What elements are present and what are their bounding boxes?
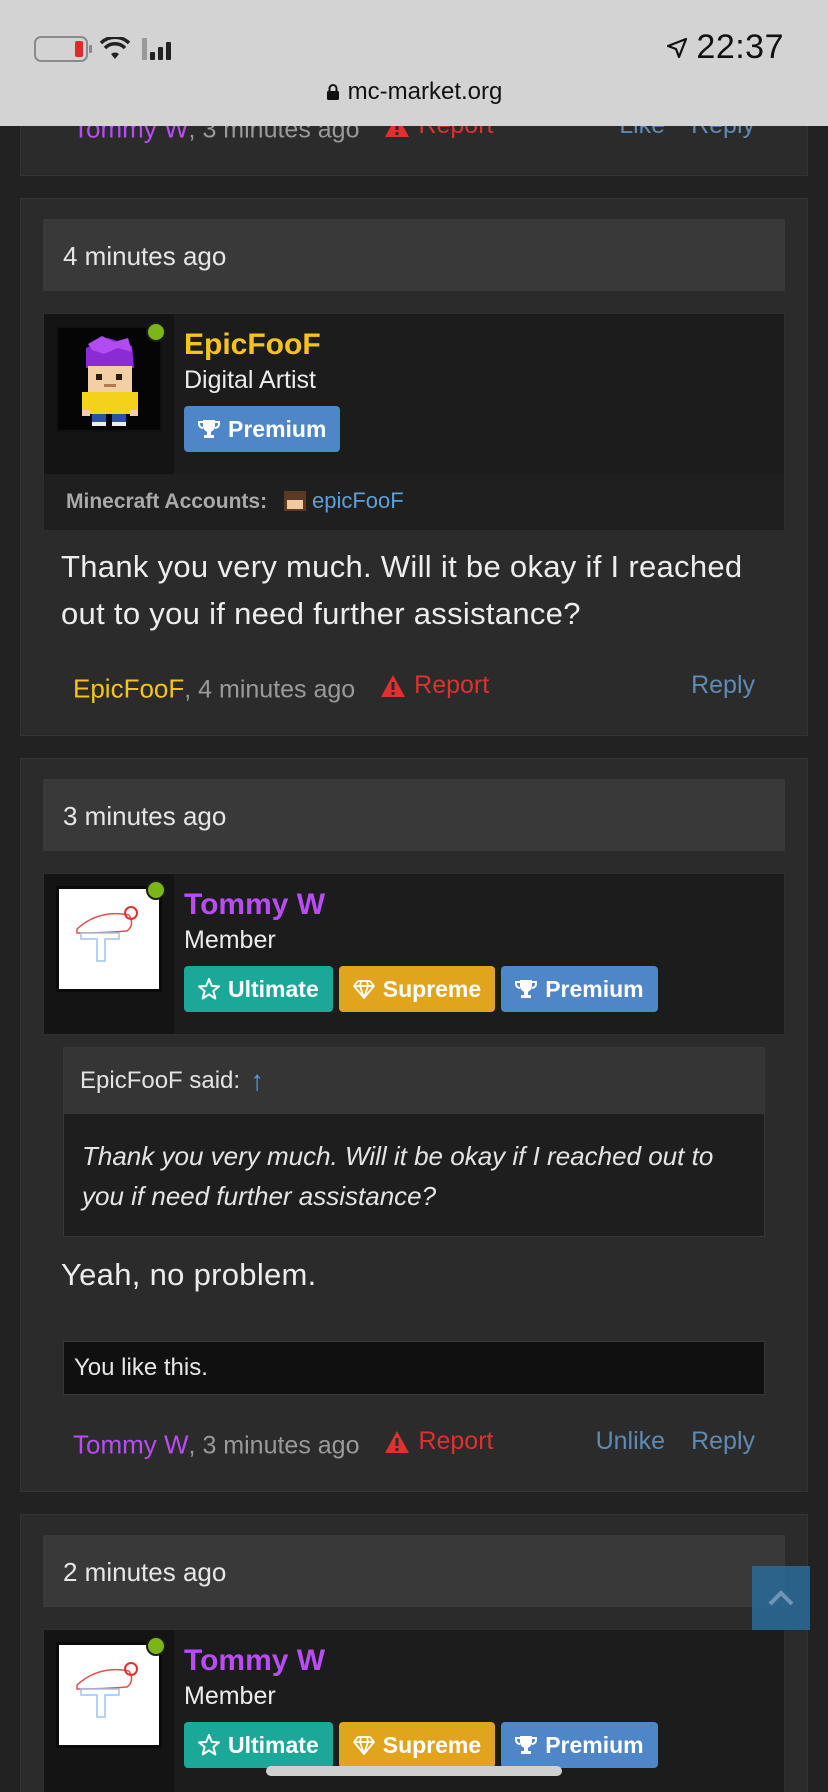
lock-icon — [326, 84, 339, 100]
diamond-icon — [352, 1736, 375, 1755]
online-status-dot — [146, 322, 166, 342]
post-header: 2 minutes ago — [43, 1535, 785, 1607]
star-icon — [198, 978, 220, 1000]
post-tommy-w-latest: 2 minutes ago Tommy W Member Ultimate Su… — [20, 1514, 808, 1792]
user-card: Tommy W Member Ultimate Supreme Premium — [43, 873, 785, 1035]
signal-icon — [142, 38, 179, 60]
warning-icon — [381, 674, 406, 697]
post-author-link[interactable]: Tommy W — [73, 1430, 189, 1460]
wifi-icon — [100, 37, 130, 59]
unlike-button[interactable]: Unlike — [596, 1427, 665, 1456]
jump-to-quote-icon[interactable]: ↑ — [250, 1065, 264, 1097]
minecraft-head-icon — [284, 491, 306, 511]
post-date: 3 minutes ago — [63, 801, 227, 831]
battery-icon — [34, 36, 92, 62]
online-status-dot — [146, 1636, 166, 1656]
post-date: 4 minutes ago — [63, 241, 227, 271]
avatar-image — [58, 328, 160, 430]
user-badges: Ultimate Supreme Premium — [184, 966, 658, 1012]
post-author-link[interactable]: EpicFooF — [73, 674, 184, 704]
star-icon — [198, 1734, 220, 1756]
avatar-image — [76, 906, 138, 962]
reply-button[interactable]: Reply — [691, 1427, 755, 1456]
location-arrow-icon — [667, 37, 688, 58]
quote-header: EpicFooF said: ↑ — [64, 1048, 764, 1114]
post-header: 3 minutes ago — [43, 779, 785, 851]
status-icons-left — [34, 36, 179, 62]
badge-premium: Premium — [501, 1722, 658, 1768]
post-time: , 4 minutes ago — [184, 675, 356, 704]
post-message: Yeah, no problem. — [61, 1257, 317, 1292]
url-text: mc-market.org — [347, 78, 503, 105]
avatar-image — [76, 1662, 138, 1718]
report-button[interactable]: Report — [384, 1427, 493, 1456]
user-title: Member — [184, 1682, 276, 1710]
post-meta: Tommy W, 3 minutes ago Report Unlike Rep… — [73, 1427, 755, 1467]
home-indicator[interactable] — [266, 1766, 562, 1776]
report-button[interactable]: Report — [380, 671, 489, 700]
post-header: 4 minutes ago — [43, 219, 785, 291]
avatar[interactable] — [56, 326, 162, 432]
badge-premium: Premium — [184, 406, 341, 452]
post-tommy-w-reply: 3 minutes ago Tommy W Member Ultimate Su… — [20, 758, 808, 1492]
badge-supreme: Supreme — [338, 966, 496, 1012]
quote-text: Thank you very much. Will it be okay if … — [82, 1141, 714, 1211]
username[interactable]: EpicFooF — [184, 328, 321, 362]
trophy-icon — [515, 1736, 538, 1754]
badge-premium: Premium — [501, 966, 658, 1012]
accounts-label: Minecraft Accounts: — [66, 490, 268, 513]
minecraft-account-link[interactable]: epicFooF — [284, 488, 404, 514]
quote-author: EpicFooF said: — [80, 1067, 241, 1094]
address-bar[interactable]: mc-market.org — [0, 78, 828, 106]
trophy-icon — [515, 980, 538, 998]
post-date: 2 minutes ago — [63, 1557, 227, 1587]
chevron-up-icon — [768, 1590, 794, 1606]
reply-button[interactable]: Reply — [691, 671, 755, 700]
post-meta: EpicFooF, 4 minutes ago Report Reply — [73, 671, 755, 711]
badge-ultimate: Ultimate — [184, 966, 333, 1012]
scroll-to-top-button[interactable] — [752, 1566, 810, 1630]
post-message: Thank you very much. Will it be okay if … — [61, 549, 743, 631]
post-time: , 3 minutes ago — [188, 1431, 360, 1460]
user-title: Member — [184, 926, 276, 954]
status-icons-right: 22:37 — [666, 28, 784, 67]
username[interactable]: Tommy W — [184, 888, 325, 922]
user-card: EpicFooF Digital Artist Premium Minecraf… — [43, 313, 785, 531]
username[interactable]: Tommy W — [184, 1644, 325, 1678]
trophy-icon — [198, 420, 220, 438]
warning-icon — [385, 1430, 410, 1453]
minecraft-accounts: Minecraft Accounts: epicFooF — [44, 474, 784, 530]
avatar[interactable] — [56, 886, 162, 992]
user-badges: Ultimate Supreme Premium — [184, 1722, 658, 1768]
user-badges: Premium — [184, 406, 341, 452]
badge-ultimate: Ultimate — [184, 1722, 333, 1768]
post-epicfoof: 4 minutes ago EpicFooF Digital Artist Pr… — [20, 198, 808, 736]
badge-supreme: Supreme — [338, 1722, 496, 1768]
avatar[interactable] — [56, 1642, 162, 1748]
user-title: Digital Artist — [184, 366, 316, 394]
likes-summary: You like this. — [63, 1341, 765, 1395]
online-status-dot — [146, 880, 166, 900]
status-time: 22:37 — [696, 28, 784, 66]
diamond-icon — [352, 980, 375, 999]
quote-block: EpicFooF said: ↑ Thank you very much. Wi… — [63, 1047, 765, 1237]
browser-top-bar: 22:37 mc-market.org — [0, 0, 828, 126]
